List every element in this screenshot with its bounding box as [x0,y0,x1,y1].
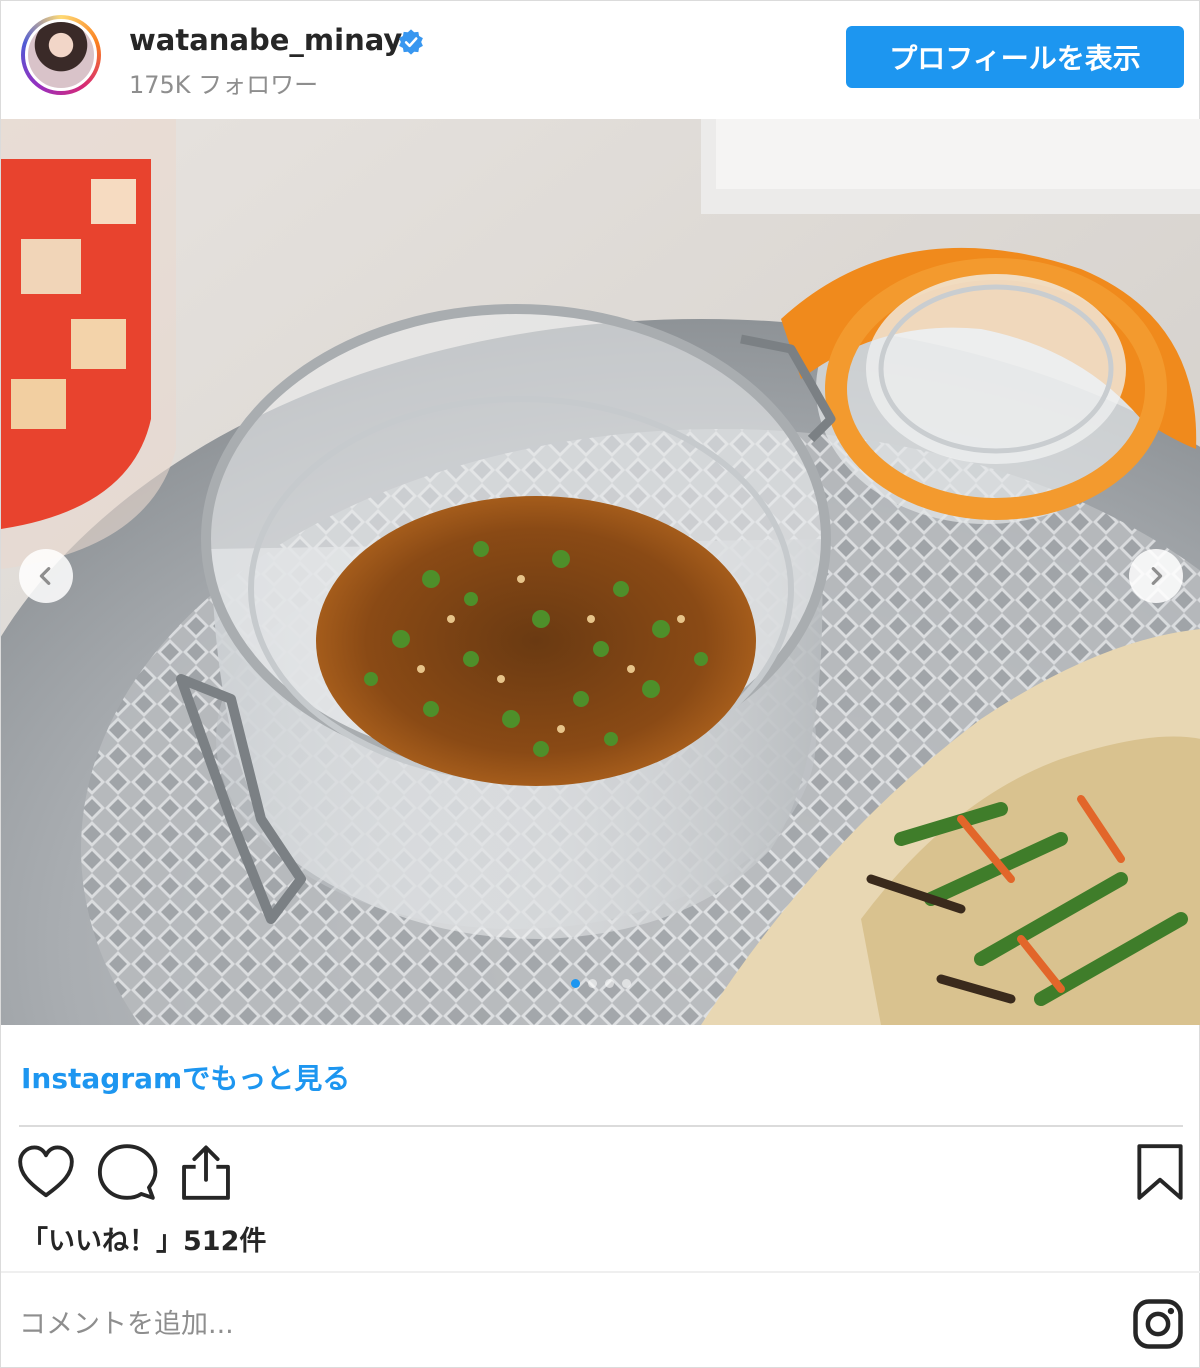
view-more-on-instagram-link[interactable]: Instagramでもっと見る [21,1057,350,1097]
food-photo-image [1,119,1200,1025]
like-count[interactable]: 「いいね！」512件 [21,1219,266,1258]
carousel-prev-button[interactable] [19,549,73,603]
chevron-right-icon [1151,567,1163,585]
chevron-left-icon [39,567,51,585]
verified-badge-icon [399,29,423,55]
carousel-dot [588,979,597,988]
divider [19,1125,1183,1127]
bookmark-icon[interactable] [1129,1141,1191,1203]
divider [1,1271,1200,1273]
avatar[interactable] [21,15,101,95]
carousel-next-button[interactable] [1129,549,1183,603]
carousel-dot [622,979,631,988]
speech-bubble-icon[interactable] [96,1141,158,1203]
post-photo[interactable] [1,119,1200,1025]
follower-count: 175K フォロワー [129,71,319,99]
carousel-dot [605,979,614,988]
username[interactable]: watanabe_minayo [129,23,422,57]
share-icon[interactable] [175,1141,237,1203]
post-header: watanabe_minayo 175K フォロワー プロフィールを表示 [1,1,1200,119]
add-comment-input[interactable] [19,1299,1109,1349]
view-profile-button[interactable]: プロフィールを表示 [846,26,1184,88]
instagram-logo-icon[interactable] [1131,1297,1185,1351]
carousel-dot [571,979,580,988]
avatar-image [25,19,97,91]
carousel-indicator [1,979,1200,993]
instagram-embed-card: watanabe_minayo 175K フォロワー プロフィールを表示 Ins… [0,0,1200,1368]
heart-icon[interactable] [15,1141,77,1203]
